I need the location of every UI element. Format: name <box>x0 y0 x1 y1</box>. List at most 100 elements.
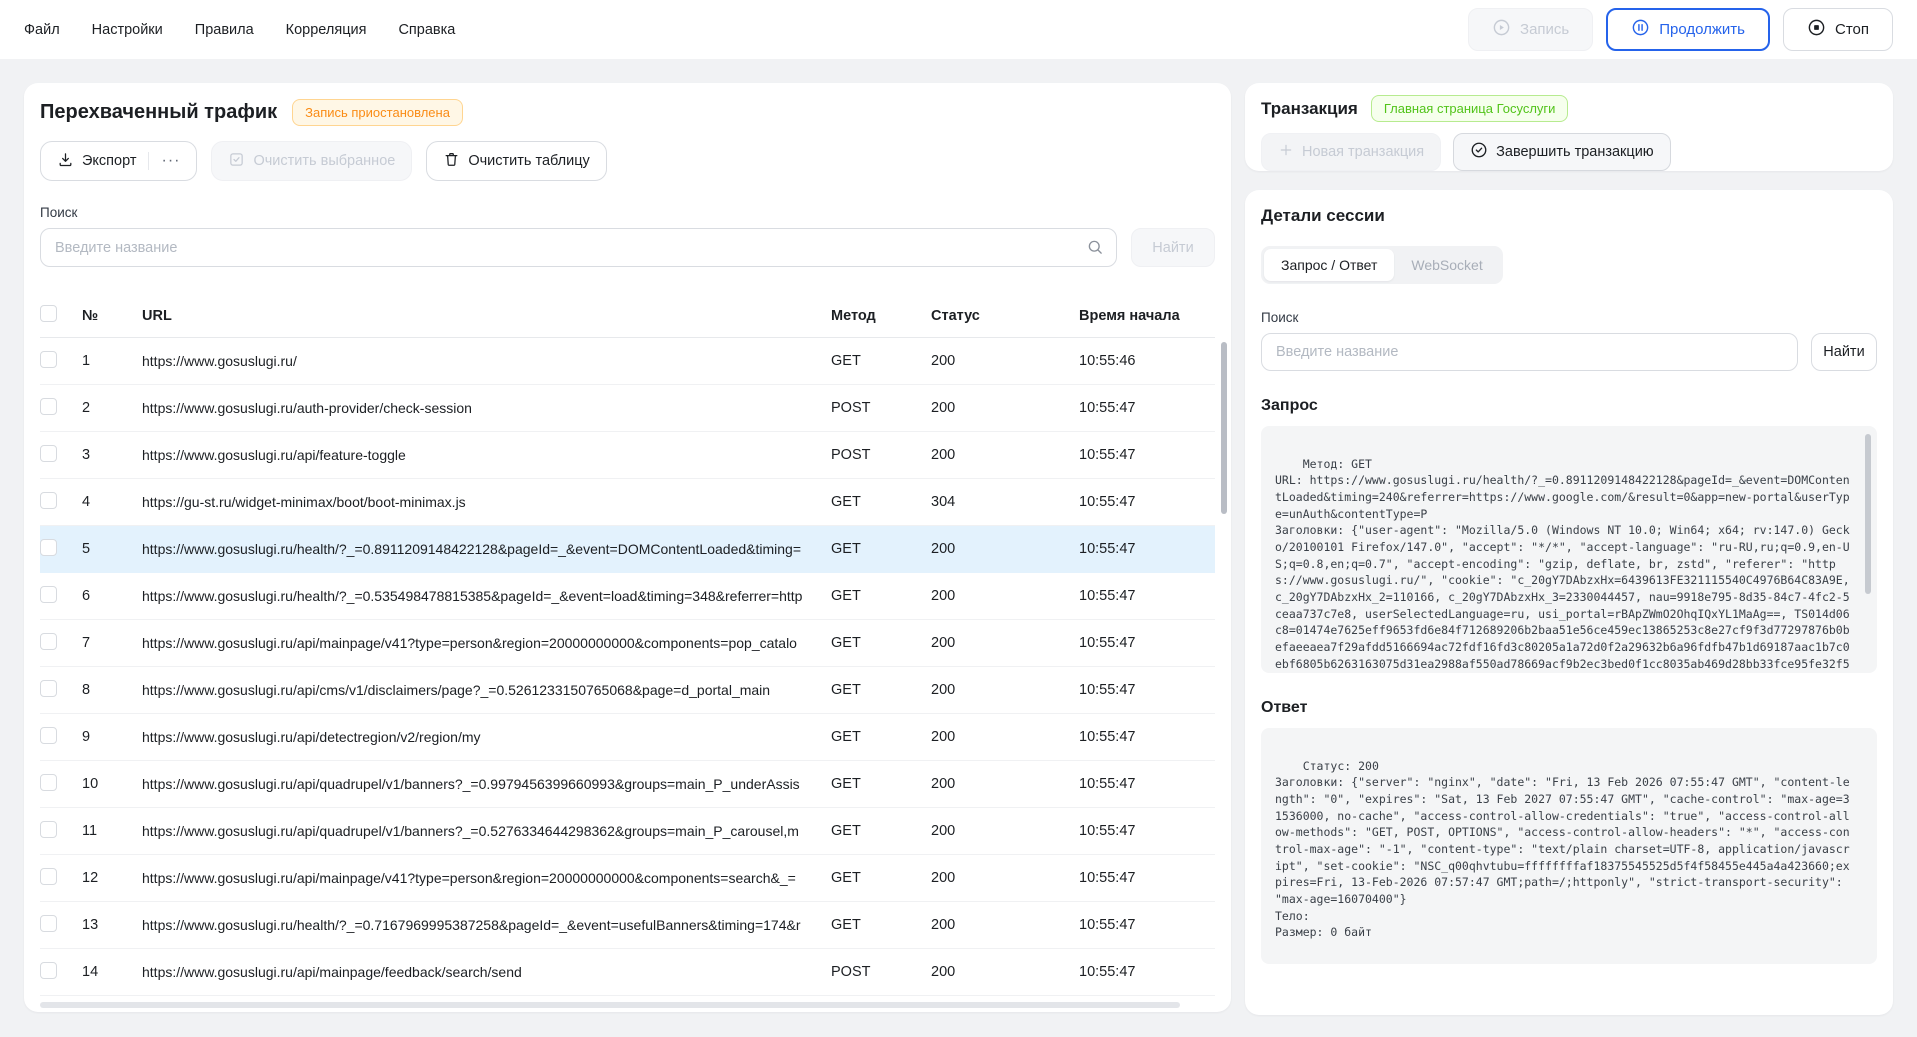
row-number: 2 <box>82 400 142 416</box>
row-checkbox-cell <box>40 351 82 372</box>
table-row[interactable]: 5https://www.gosuslugi.ru/health/?_=0.89… <box>40 526 1215 573</box>
new-transaction-button[interactable]: Новая транзакция <box>1261 133 1441 171</box>
tab-request-response[interactable]: Запрос / Ответ <box>1264 249 1394 281</box>
row-checkbox[interactable] <box>40 727 57 744</box>
traffic-search-input[interactable] <box>40 228 1117 267</box>
table-row[interactable]: 14https://www.gosuslugi.ru/api/mainpage/… <box>40 949 1215 996</box>
row-checkbox-cell <box>40 821 82 842</box>
topbar-actions: Запись Продолжить Стоп <box>1468 8 1893 51</box>
row-checkbox-cell <box>40 586 82 607</box>
record-button[interactable]: Запись <box>1468 8 1593 51</box>
table-row[interactable]: 9https://www.gosuslugi.ru/api/detectregi… <box>40 714 1215 761</box>
row-checkbox[interactable] <box>40 680 57 697</box>
row-status: 200 <box>931 870 1079 886</box>
row-method: GET <box>831 541 931 557</box>
row-start-time: 10:55:47 <box>1079 588 1215 604</box>
row-checkbox[interactable] <box>40 445 57 462</box>
table-row[interactable]: 3https://www.gosuslugi.ru/api/feature-to… <box>40 432 1215 479</box>
row-checkbox[interactable] <box>40 962 57 979</box>
row-url: https://www.gosuslugi.ru/auth-provider/c… <box>142 400 831 416</box>
menu-item-3[interactable]: Корреляция <box>286 22 367 38</box>
table-row[interactable]: 1https://www.gosuslugi.ru/GET20010:55:46 <box>40 338 1215 385</box>
row-url: https://www.gosuslugi.ru/health/?_=0.891… <box>142 541 831 557</box>
menu-item-2[interactable]: Правила <box>195 22 254 38</box>
table-row[interactable]: 4https://gu-st.ru/widget-minimax/boot/bo… <box>40 479 1215 526</box>
table-horizontal-scrollbar[interactable] <box>40 1002 1180 1008</box>
table-row[interactable]: 10https://www.gosuslugi.ru/api/quadrupel… <box>40 761 1215 808</box>
clear-selected-button[interactable]: Очистить выбранное <box>211 141 412 181</box>
table-vertical-scrollbar[interactable] <box>1221 342 1227 514</box>
row-checkbox[interactable] <box>40 351 57 368</box>
table-row[interactable]: 13https://www.gosuslugi.ru/health/?_=0.7… <box>40 902 1215 949</box>
row-method: GET <box>831 823 931 839</box>
row-checkbox[interactable] <box>40 586 57 603</box>
row-checkbox[interactable] <box>40 492 57 509</box>
clear-table-button[interactable]: Очистить таблицу <box>426 141 606 181</box>
row-method: GET <box>831 729 931 745</box>
menubar: Файл Настройки Правила Корреляция Справка За… <box>0 0 1917 59</box>
session-tabs: Запрос / Ответ WebSocket <box>1261 246 1503 284</box>
traffic-panel-title: Перехваченный трафик <box>40 101 277 124</box>
row-checkbox[interactable] <box>40 398 57 415</box>
menu-item-1[interactable]: Настройки <box>92 22 163 38</box>
row-checkbox[interactable] <box>40 539 57 556</box>
table-row[interactable]: 7https://www.gosuslugi.ru/api/mainpage/v… <box>40 620 1215 667</box>
row-url: https://www.gosuslugi.ru/health/?_=0.535… <box>142 588 831 604</box>
row-number: 8 <box>82 682 142 698</box>
select-all-checkbox[interactable] <box>40 305 57 322</box>
row-number: 7 <box>82 635 142 651</box>
export-button[interactable]: Экспорт ··· <box>40 141 197 181</box>
menu-item-4[interactable]: Справка <box>398 22 455 38</box>
tab-websocket[interactable]: WebSocket <box>1394 249 1499 281</box>
check-circle-icon <box>1470 141 1488 163</box>
traffic-find-button[interactable]: Найти <box>1131 228 1215 267</box>
row-checkbox[interactable] <box>40 633 57 650</box>
table-row[interactable]: 8https://www.gosuslugi.ru/api/cms/v1/dis… <box>40 667 1215 714</box>
row-status: 200 <box>931 400 1079 416</box>
table-row[interactable]: 2https://www.gosuslugi.ru/auth-provider/… <box>40 385 1215 432</box>
row-number: 6 <box>82 588 142 604</box>
resume-button[interactable]: Продолжить <box>1606 8 1770 51</box>
row-status: 200 <box>931 917 1079 933</box>
export-more-icon[interactable]: ··· <box>161 153 180 169</box>
table-row[interactable]: 11https://www.gosuslugi.ru/api/quadrupel… <box>40 808 1215 855</box>
row-url: https://www.gosuslugi.ru/api/mainpage/v4… <box>142 870 831 886</box>
button-divider <box>148 152 149 170</box>
row-number: 14 <box>82 964 142 980</box>
row-checkbox-cell <box>40 868 82 889</box>
row-checkbox[interactable] <box>40 774 57 791</box>
request-scrollbar[interactable] <box>1865 434 1871 594</box>
row-start-time: 10:55:47 <box>1079 400 1215 416</box>
row-number: 3 <box>82 447 142 463</box>
row-checkbox-cell <box>40 727 82 748</box>
row-number: 10 <box>82 776 142 792</box>
row-method: GET <box>831 635 931 651</box>
row-checkbox-cell <box>40 633 82 654</box>
finish-transaction-button[interactable]: Завершить транзакцию <box>1453 133 1671 171</box>
session-find-button[interactable]: Найти <box>1811 333 1877 371</box>
row-method: POST <box>831 447 931 463</box>
row-url: https://www.gosuslugi.ru/api/quadrupel/v… <box>142 823 831 839</box>
row-url: https://www.gosuslugi.ru/ <box>142 353 831 369</box>
row-checkbox[interactable] <box>40 821 57 838</box>
clear-selected-label: Очистить выбранное <box>253 153 395 169</box>
row-checkbox[interactable] <box>40 868 57 885</box>
traffic-table: № URL Метод Статус Время начала 1https:/… <box>40 294 1215 996</box>
table-row[interactable]: 12https://www.gosuslugi.ru/api/mainpage/… <box>40 855 1215 902</box>
row-checkbox-cell <box>40 774 82 795</box>
finish-transaction-label: Завершить транзакцию <box>1496 144 1654 160</box>
row-status: 200 <box>931 447 1079 463</box>
session-search-input[interactable] <box>1261 333 1798 371</box>
row-checkbox[interactable] <box>40 915 57 932</box>
row-method: GET <box>831 776 931 792</box>
row-status: 200 <box>931 682 1079 698</box>
transaction-title: Транзакция <box>1261 99 1358 119</box>
request-body-text: Метод: GET URL: https://www.gosuslugi.ru… <box>1275 457 1857 673</box>
stop-button[interactable]: Стоп <box>1783 8 1893 51</box>
export-button-label: Экспорт <box>82 153 136 169</box>
menu-item-0[interactable]: Файл <box>24 22 60 38</box>
row-checkbox-cell <box>40 445 82 466</box>
row-start-time: 10:55:47 <box>1079 776 1215 792</box>
row-url: https://gu-st.ru/widget-minimax/boot/boo… <box>142 494 831 510</box>
table-row[interactable]: 6https://www.gosuslugi.ru/health/?_=0.53… <box>40 573 1215 620</box>
